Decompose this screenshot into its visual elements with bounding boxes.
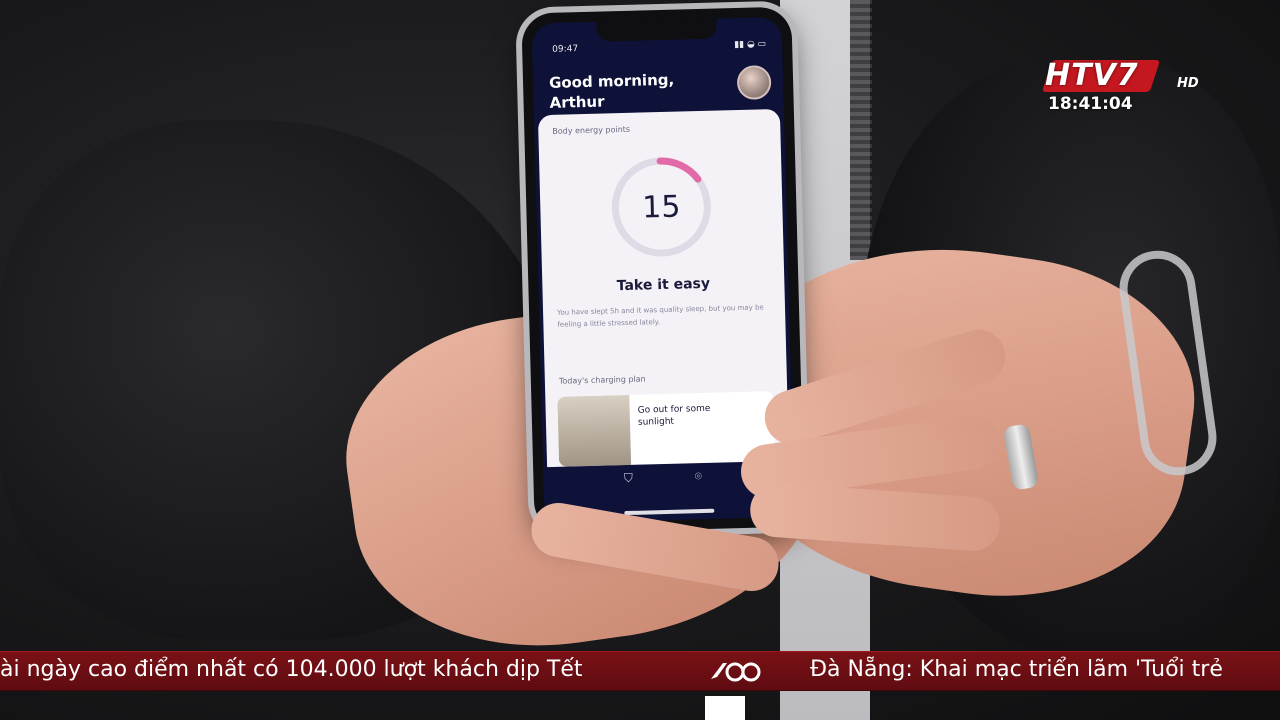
status-description: You have slept 5h and it was quality sle… — [556, 303, 764, 329]
tab-home[interactable]: ⛉ — [593, 470, 663, 489]
plan-title: Go out for some sunlight — [637, 403, 711, 428]
ticker-separator-icon — [711, 662, 761, 682]
logo-text: HTV7 — [1045, 58, 1139, 93]
news-ticker: ài ngày cao điểm nhất có 104.000 lượt kh… — [0, 651, 1280, 691]
plan-item-card[interactable]: Go out for some sunlight — [557, 391, 776, 467]
shield-icon: ⛉ — [623, 470, 634, 486]
status-icons: ▮▮ ◒ ▭ — [734, 39, 767, 51]
location-pin-icon: ⌾ — [694, 469, 703, 484]
card-label: Body energy points — [552, 124, 631, 136]
energy-gauge: 15 — [605, 151, 718, 264]
gauge-number: 15 — [641, 189, 681, 226]
avatar[interactable] — [736, 65, 772, 100]
ticker-text-left: ài ngày cao điểm nhất có 104.000 lượt kh… — [0, 657, 583, 682]
ticker-text-right: Đà Nẵng: Khai mạc triển lãm 'Tuổi trẻ — [810, 657, 1223, 682]
channel-logo: HTV7 HD — [1041, 58, 1205, 94]
status-headline: Take it easy — [616, 275, 711, 295]
energy-card: Body energy points 15 Take it easy You h… — [537, 108, 790, 486]
phone-notch — [596, 18, 717, 42]
jacket-zipper — [850, 0, 872, 260]
status-time: 09:47 — [552, 44, 579, 55]
plan-thumbnail — [557, 394, 632, 467]
gauge-value: 15 — [606, 189, 717, 227]
logo-hd: HD — [1177, 76, 1199, 91]
charging-plan-label: Today's charging plan — [558, 374, 646, 386]
greeting-text: Good morning, Arthur — [548, 70, 675, 112]
tab-plan[interactable]: ⌾ — [663, 468, 733, 487]
broadcast-clock: 18:41:04 — [1048, 94, 1133, 114]
qr-code — [705, 696, 745, 720]
